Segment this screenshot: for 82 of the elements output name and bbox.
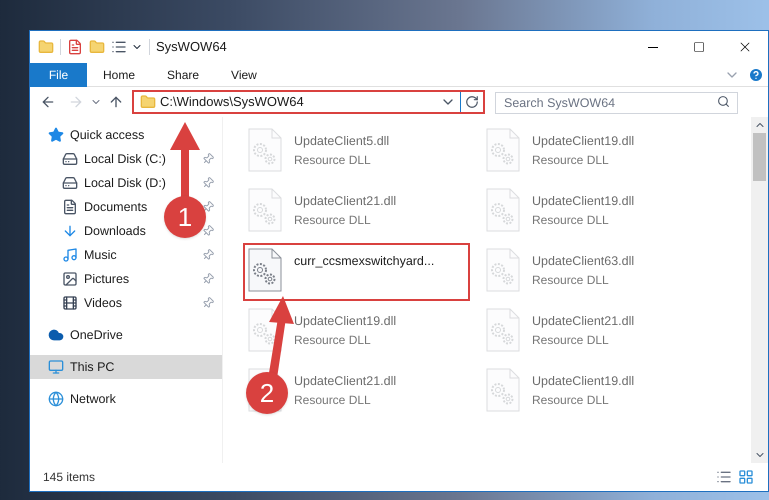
- file-name[interactable]: UpdateClient21.dll: [294, 372, 396, 391]
- maximize-icon: [693, 41, 705, 53]
- nav-item[interactable]: Documents: [62, 198, 148, 216]
- nav-item[interactable]: This PC: [48, 358, 114, 376]
- window-title: SysWOW64: [156, 38, 227, 56]
- monitor-icon: [48, 359, 64, 375]
- nav-label: This PC: [70, 358, 114, 376]
- refresh-icon[interactable]: [465, 95, 479, 109]
- file-gear-icon: [248, 248, 282, 292]
- properties-icon[interactable]: [111, 39, 127, 55]
- file-gear-icon: [248, 188, 282, 232]
- file-name[interactable]: UpdateClient19.dll: [294, 312, 396, 331]
- file-name[interactable]: UpdateClient21.dll: [294, 192, 396, 211]
- file-gear-icon: [248, 128, 282, 172]
- ribbon-tab[interactable]: Home: [87, 62, 152, 86]
- nav-item[interactable]: Local Disk (C:): [62, 150, 166, 168]
- nav-item[interactable]: Music: [62, 246, 117, 264]
- tiles-view-icon[interactable]: [738, 469, 754, 485]
- nav-label: OneDrive: [70, 326, 123, 344]
- file-type: Resource DLL: [532, 392, 610, 409]
- file-type: Resource DLL: [532, 272, 610, 289]
- file-type: Resource DLL: [294, 152, 372, 169]
- file-type: Resource DLL: [532, 152, 610, 169]
- file-name[interactable]: UpdateClient5.dll: [294, 132, 390, 151]
- cloud-icon: [48, 327, 64, 343]
- file-gear-icon: [486, 248, 520, 292]
- file-name[interactable]: UpdateClient19.dll: [532, 132, 634, 151]
- nav-label: Local Disk (D:): [84, 174, 166, 192]
- file-type: Resource DLL: [294, 332, 372, 349]
- music-note-icon: [62, 247, 78, 263]
- star-icon: [48, 127, 64, 143]
- file-name[interactable]: UpdateClient19.dll: [532, 372, 634, 391]
- nav-item[interactable]: Quick access: [48, 126, 144, 144]
- network-icon: [48, 391, 64, 407]
- up-icon[interactable]: [108, 94, 124, 110]
- nav-label: Videos: [84, 294, 122, 312]
- file-type: Resource DLL: [294, 212, 372, 229]
- nav-item[interactable]: Local Disk (D:): [62, 174, 166, 192]
- nav-item[interactable]: Downloads: [62, 222, 146, 240]
- address-path: C:\Windows\SysWOW64: [160, 93, 305, 112]
- nav-label: Music: [84, 246, 117, 264]
- ribbon-tab[interactable]: File: [30, 62, 87, 86]
- drive-icon: [62, 175, 78, 191]
- address-bar[interactable]: C:\Windows\SysWOW64: [132, 90, 485, 114]
- nav-label: Local Disk (C:): [84, 150, 166, 168]
- nav-item[interactable]: Pictures: [62, 270, 130, 288]
- file-gear-icon: [486, 128, 520, 172]
- nav-item[interactable]: OneDrive: [48, 326, 123, 344]
- nav-item[interactable]: Videos: [62, 294, 122, 312]
- file-name[interactable]: UpdateClient21.dll: [532, 312, 634, 331]
- drive-icon: [62, 151, 78, 167]
- item-count: 145 items: [43, 469, 96, 486]
- ribbon-tab[interactable]: Share: [151, 62, 216, 86]
- back-icon[interactable]: [40, 94, 56, 110]
- file-type: Resource DLL: [532, 332, 610, 349]
- picture-icon: [62, 271, 78, 287]
- search-field[interactable]: Search SysWOW64: [495, 92, 738, 114]
- file-name[interactable]: UpdateClient19.dll: [532, 192, 634, 211]
- file-gear-icon: [486, 368, 520, 412]
- nav-label: Documents: [84, 198, 148, 216]
- document-icon: [62, 199, 78, 215]
- checklist-icon[interactable]: [67, 39, 83, 55]
- scroll-thumb[interactable]: [753, 133, 766, 181]
- nav-label: Network: [70, 390, 116, 408]
- nav-item[interactable]: Network: [48, 390, 116, 408]
- nav-label: Downloads: [84, 222, 146, 240]
- help-icon[interactable]: [748, 66, 764, 82]
- details-view-icon[interactable]: [716, 469, 732, 485]
- film-icon: [62, 295, 78, 311]
- minimize-icon: [648, 46, 658, 48]
- nav-label: Quick access: [70, 126, 144, 144]
- file-gear-icon: [486, 308, 520, 352]
- ribbon-tab[interactable]: View: [215, 62, 273, 86]
- file-type: Resource DLL: [532, 212, 610, 229]
- nav-label: Pictures: [84, 270, 130, 288]
- file-name[interactable]: curr_ccsmexswitchyard...: [294, 252, 434, 271]
- file-gear-icon: [486, 188, 520, 232]
- search-icon: [717, 95, 730, 108]
- file-type: Resource DLL: [294, 392, 372, 409]
- file-name[interactable]: UpdateClient63.dll: [532, 252, 634, 271]
- scrollbar[interactable]: [751, 117, 768, 463]
- folder-icon: [140, 94, 156, 110]
